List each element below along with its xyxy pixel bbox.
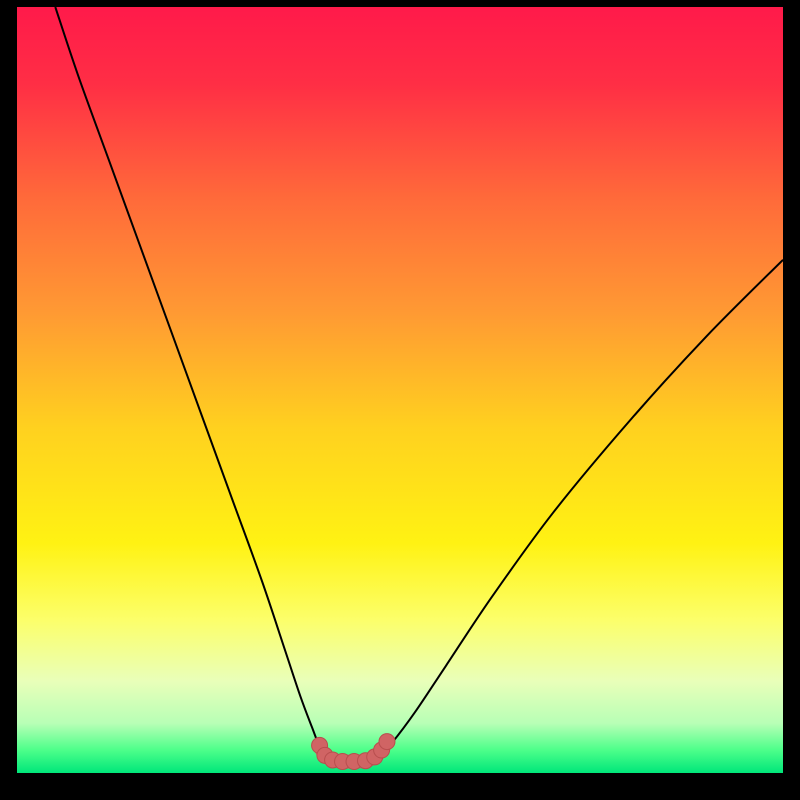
- chart-frame: TheBottleneck.com: [0, 0, 800, 800]
- valley-marker: [379, 734, 395, 750]
- chart-plot-area: [17, 7, 783, 773]
- chart-svg: [17, 7, 783, 773]
- chart-background: [17, 7, 783, 773]
